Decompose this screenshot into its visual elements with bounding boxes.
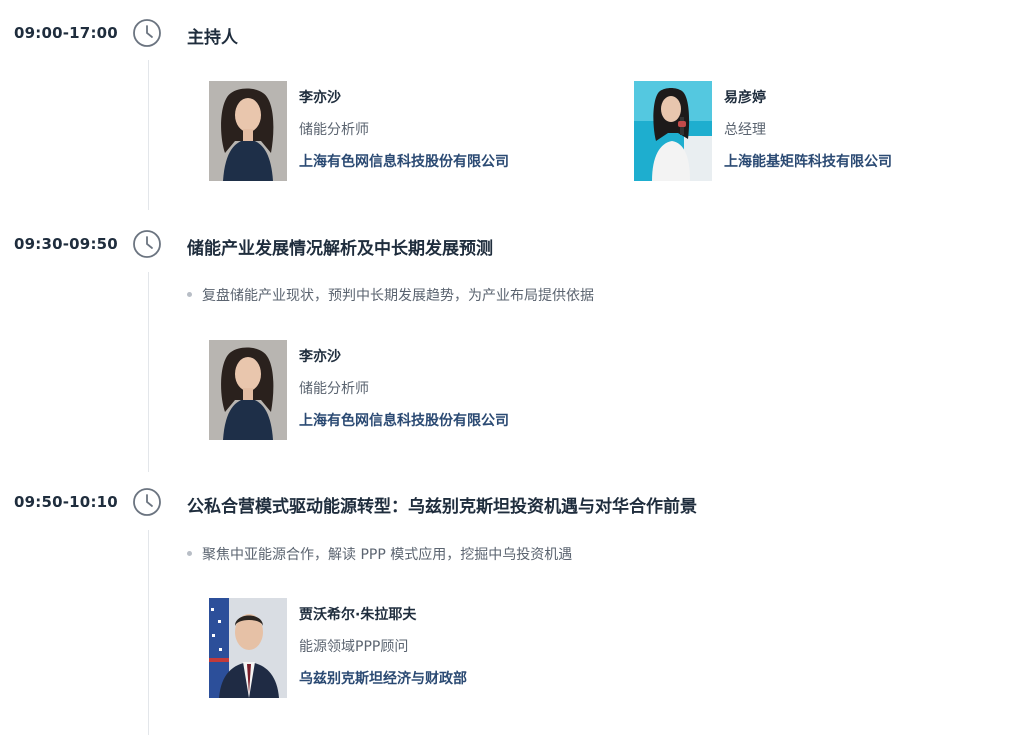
session-time: 09:00-17:00 (14, 24, 118, 42)
bullet-dot-icon (187, 550, 192, 556)
session-header: 09:30-09:50 储能产业发展情况解析及中长期发展预测 (0, 227, 1025, 263)
session-header: 09:00-17:00 主持人 (0, 16, 1025, 52)
session-header: 09:50-10:10 公私合营模式驱动能源转型：乌兹别克斯坦投资机遇与对华合作… (0, 485, 1025, 521)
speaker-photo (209, 598, 287, 698)
speaker-role: 能源领域PPP顾问 (299, 639, 409, 655)
session-description: 复盘储能产业现状，预判中长期发展趋势，为产业布局提供依据 (187, 285, 594, 305)
session-title: 主持人 (187, 28, 238, 48)
speaker-card[interactable]: 李亦沙 储能分析师 上海有色网信息科技股份有限公司 (209, 340, 609, 440)
speaker-role: 储能分析师 (299, 381, 369, 397)
speaker-name: 李亦沙 (299, 349, 341, 365)
speaker-card[interactable]: 李亦沙 储能分析师 上海有色网信息科技股份有限公司 (209, 81, 609, 181)
description-text: 复盘储能产业现状，预判中长期发展趋势，为产业布局提供依据 (202, 288, 594, 304)
speaker-org: 上海有色网信息科技股份有限公司 (299, 413, 509, 429)
speaker-photo (634, 81, 712, 181)
clock-icon (132, 487, 162, 517)
session-description: 聚焦中亚能源合作，解读 PPP 模式应用，挖掘中乌投资机遇 (187, 544, 572, 564)
clock-icon (132, 229, 162, 259)
speaker-role: 总经理 (724, 122, 766, 138)
speaker-name: 贾沃希尔·朱拉耶夫 (299, 607, 417, 623)
speaker-name: 易彦婷 (724, 90, 766, 106)
session-time: 09:30-09:50 (14, 235, 118, 253)
speaker-name: 李亦沙 (299, 90, 341, 106)
speaker-org: 乌兹别克斯坦经济与财政部 (299, 671, 467, 687)
session-title: 公私合营模式驱动能源转型：乌兹别克斯坦投资机遇与对华合作前景 (187, 497, 697, 517)
session-title: 储能产业发展情况解析及中长期发展预测 (187, 239, 493, 259)
bullet-dot-icon (187, 291, 192, 297)
timeline-line (148, 60, 149, 210)
speaker-photo (209, 81, 287, 181)
timeline-line (148, 530, 149, 735)
speaker-org: 上海能基矩阵科技有限公司 (724, 154, 892, 170)
speaker-role: 储能分析师 (299, 122, 369, 138)
session-time: 09:50-10:10 (14, 493, 118, 511)
speaker-card[interactable]: 易彦婷 总经理 上海能基矩阵科技有限公司 (634, 81, 1014, 181)
speaker-card[interactable]: 贾沃希尔·朱拉耶夫 能源领域PPP顾问 乌兹别克斯坦经济与财政部 (209, 598, 609, 698)
agenda-timeline: 09:00-17:00 主持人 李亦沙 储能分析师 上海有色网信息科技股份有限公… (0, 0, 1025, 738)
description-text: 聚焦中亚能源合作，解读 PPP 模式应用，挖掘中乌投资机遇 (202, 547, 573, 563)
clock-icon (132, 18, 162, 48)
speaker-org: 上海有色网信息科技股份有限公司 (299, 154, 509, 170)
timeline-line (148, 272, 149, 472)
speaker-photo (209, 340, 287, 440)
